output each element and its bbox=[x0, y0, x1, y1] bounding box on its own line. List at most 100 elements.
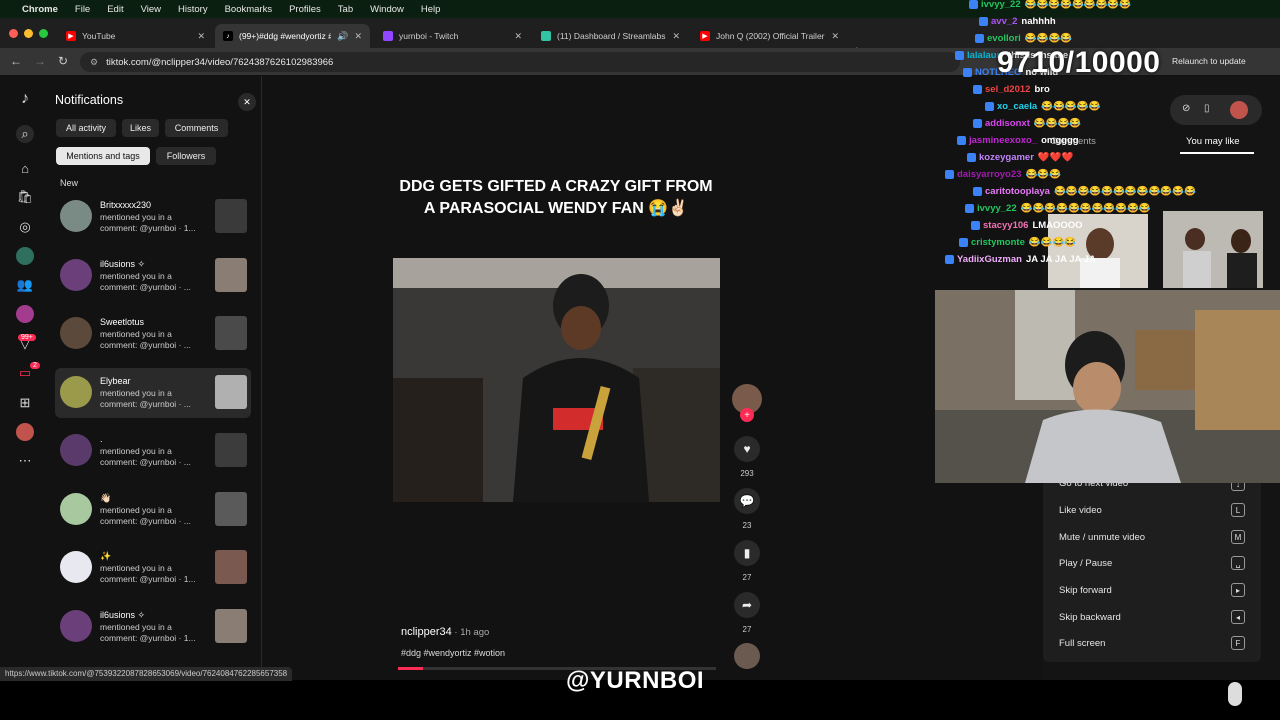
video-thumbnail[interactable] bbox=[215, 433, 247, 467]
search-icon[interactable]: ⌕ bbox=[16, 125, 34, 143]
filter-mentions-and-tags[interactable]: Mentions and tags bbox=[56, 147, 150, 165]
chat-username: YadiixGuzman bbox=[957, 254, 1022, 265]
chat-text: 😂😂😂😂 bbox=[1028, 237, 1077, 248]
notification-item[interactable]: il6usions ✧ mentioned you in a comment: @… bbox=[55, 251, 251, 301]
comment-icon[interactable]: 💬 bbox=[734, 488, 760, 514]
site-info-icon[interactable]: ⚙ bbox=[90, 57, 98, 68]
menu-app-name[interactable]: Chrome bbox=[22, 4, 58, 15]
notification-item[interactable]: 👋🏻 mentioned you in a comment: @yurnboi ·… bbox=[55, 485, 251, 535]
filter-all-activity[interactable]: All activity bbox=[56, 119, 116, 137]
tiktok-logo-icon[interactable]: ♪ bbox=[16, 90, 34, 108]
author-handle[interactable]: nclipper34 bbox=[401, 626, 452, 638]
video-thumbnail[interactable] bbox=[215, 550, 247, 584]
close-tab-icon[interactable]: ✕ bbox=[831, 31, 839, 42]
zoom-window-button[interactable] bbox=[39, 29, 48, 38]
close-tab-icon[interactable]: ✕ bbox=[514, 31, 522, 42]
notifications-panel: Notifications ✕ All activity Likes Comme… bbox=[50, 76, 262, 680]
filter-comments[interactable]: Comments bbox=[165, 119, 228, 137]
address-bar[interactable]: ⚙ tiktok.com/@nclipper34/video/762438762… bbox=[80, 52, 960, 72]
close-tab-icon[interactable]: ✕ bbox=[672, 31, 680, 42]
streamer-watermark: @YURNBOI bbox=[566, 667, 705, 694]
filter-likes[interactable]: Likes bbox=[122, 119, 159, 137]
chat-message: stacyy106 LMAOOOO bbox=[971, 219, 1083, 232]
chat-badge-icon bbox=[973, 187, 982, 196]
video-thumbnail[interactable] bbox=[215, 492, 247, 526]
video-thumbnail[interactable] bbox=[215, 609, 247, 643]
chat-badge-icon bbox=[955, 51, 964, 60]
notification-item[interactable]: Sweetlotus mentioned you in a comment: @y… bbox=[55, 309, 251, 359]
tab-streamlabs[interactable]: (11) Dashboard / Streamlabs ✕ bbox=[533, 24, 688, 48]
chat-text: ❤️❤️❤️ bbox=[1037, 152, 1074, 163]
chat-text: 😂😂😂😂 bbox=[1033, 118, 1082, 129]
avatar bbox=[60, 434, 92, 466]
sound-disc-icon[interactable] bbox=[734, 643, 760, 669]
chat-text: 😂😂😂😂😂😂😂😂😂😂😂 bbox=[1020, 203, 1151, 214]
live-avatar-icon[interactable] bbox=[16, 305, 34, 323]
filter-followers[interactable]: Followers bbox=[156, 147, 216, 165]
menu-history[interactable]: History bbox=[178, 4, 208, 15]
shortcut-label: Skip forward bbox=[1059, 585, 1112, 596]
chat-text: 😂😂😂😂😂😂😂😂😂😂😂😂 bbox=[1053, 186, 1196, 197]
tab-youtube[interactable]: ▶ YouTube ✕ bbox=[58, 24, 213, 48]
share-icon[interactable]: ➦ bbox=[734, 592, 760, 618]
video-thumbnail[interactable] bbox=[215, 375, 247, 409]
like-heart-icon[interactable]: ♥ bbox=[734, 436, 760, 462]
tab-title: (99+)#ddg #wendyortiz # bbox=[239, 31, 332, 41]
menu-file[interactable]: File bbox=[75, 4, 90, 15]
following-avatar-icon[interactable] bbox=[16, 247, 34, 265]
video-thumbnail[interactable] bbox=[215, 258, 247, 292]
home-icon[interactable]: ⌂ bbox=[16, 159, 34, 177]
video-hashtags[interactable]: #ddg #wendyortiz #wotion bbox=[401, 648, 505, 658]
streamer-webcam bbox=[935, 290, 1280, 483]
notification-item[interactable]: il6usions ✧ mentioned you in a comment: @… bbox=[55, 602, 251, 652]
tab-title: John Q (2002) Official Trailer bbox=[716, 31, 825, 41]
video-thumbnail[interactable] bbox=[215, 199, 247, 233]
notification-item[interactable]: Britxxxxx230 mentioned you in a comment: … bbox=[55, 192, 251, 242]
menu-edit[interactable]: Edit bbox=[107, 4, 123, 15]
shop-icon[interactable]: 🛍 bbox=[16, 188, 34, 206]
chat-badge-icon bbox=[975, 34, 984, 43]
friends-icon[interactable]: 👥 bbox=[16, 276, 34, 294]
chat-message: sel_d2012 bro bbox=[973, 83, 1050, 96]
upload-icon[interactable]: ⊞ bbox=[16, 394, 34, 412]
shortcut-key: ◂ bbox=[1231, 610, 1245, 624]
menu-tab[interactable]: Tab bbox=[338, 4, 353, 15]
more-icon[interactable]: ⋯ bbox=[16, 452, 34, 470]
speaker-icon[interactable]: 🔊 bbox=[337, 31, 348, 42]
menu-window[interactable]: Window bbox=[370, 4, 404, 15]
notification-text: mentioned you in a comment: @yurnboi · ..… bbox=[100, 271, 191, 292]
profile-avatar-icon[interactable] bbox=[16, 423, 34, 441]
chat-message: avv_2 nahhhh bbox=[979, 15, 1056, 28]
follow-plus-icon[interactable]: + bbox=[740, 408, 754, 422]
forward-button[interactable]: → bbox=[34, 54, 46, 68]
like-count: 293 bbox=[740, 469, 754, 478]
streamlabs-icon bbox=[541, 31, 551, 41]
tab-tiktok[interactable]: ♪ (99+)#ddg #wendyortiz # 🔊 ✕ bbox=[215, 24, 370, 48]
explore-icon[interactable]: ◎ bbox=[16, 218, 34, 236]
back-button[interactable]: ← bbox=[10, 54, 22, 68]
menu-profiles[interactable]: Profiles bbox=[289, 4, 321, 15]
chat-badge-icon bbox=[945, 170, 954, 179]
close-tab-icon[interactable]: ✕ bbox=[197, 31, 205, 42]
close-icon[interactable]: ✕ bbox=[238, 93, 256, 111]
notification-item[interactable]: . mentioned you in a comment: @yurnboi · … bbox=[55, 426, 251, 476]
chat-badge-icon bbox=[973, 85, 982, 94]
close-window-button[interactable] bbox=[9, 29, 18, 38]
reload-button[interactable]: ↻ bbox=[58, 54, 68, 68]
menu-bookmarks[interactable]: Bookmarks bbox=[225, 4, 273, 15]
tab-trailer[interactable]: ▶ John Q (2002) Official Trailer ✕ bbox=[692, 24, 847, 48]
shortcut-label: Skip backward bbox=[1059, 612, 1121, 623]
menu-help[interactable]: Help bbox=[421, 4, 441, 15]
link-status-url: https://www.tiktok.com/@7539322087828653… bbox=[0, 667, 293, 681]
tab-twitch[interactable]: yurnboi - Twitch ✕ bbox=[375, 24, 530, 48]
video-thumbnail[interactable] bbox=[215, 316, 247, 350]
notification-item[interactable]: Elybear mentioned you in a comment: @yurn… bbox=[55, 368, 251, 418]
chat-badge-icon bbox=[957, 136, 966, 145]
close-tab-icon[interactable]: ✕ bbox=[354, 31, 362, 42]
menu-view[interactable]: View bbox=[141, 4, 161, 15]
video-player[interactable] bbox=[393, 258, 720, 502]
shortcut-label: Full screen bbox=[1059, 638, 1106, 649]
notification-item[interactable]: ✨ mentioned you in a comment: @yurnboi · … bbox=[55, 543, 251, 593]
minimize-window-button[interactable] bbox=[24, 29, 33, 38]
bookmark-icon[interactable]: ▮ bbox=[734, 540, 760, 566]
